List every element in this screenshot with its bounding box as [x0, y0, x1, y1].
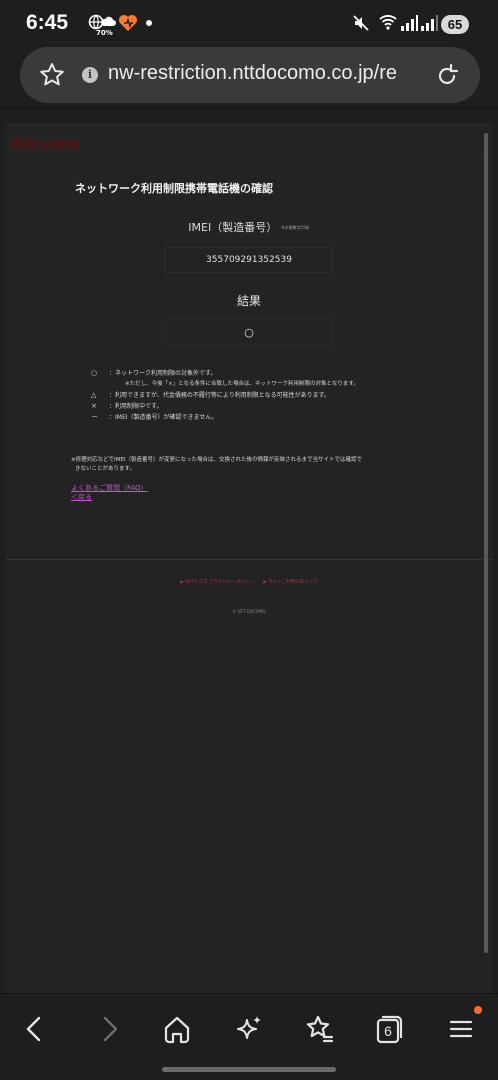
status-time: 6:45 [26, 11, 69, 34]
imei-label-text: IMEI（製造番号） [188, 221, 278, 234]
mute-icon [352, 14, 370, 36]
legend-text: ：ネットワーク利用制限の対象外です。 [109, 370, 217, 377]
heart-icon [118, 14, 138, 36]
wifi-icon [378, 13, 398, 35]
site-terms-link[interactable]: ▶ サイトご利用にあたって [263, 580, 317, 585]
menu-badge [474, 1006, 482, 1014]
result-legend: ○ ：ネットワーク利用制限の対象外です。 ※ただし、今後「×」となる条件に合致し… [91, 368, 471, 423]
toolbar-divider [0, 107, 498, 108]
bookmarks-icon[interactable] [302, 1012, 336, 1046]
footer-rule [5, 559, 493, 560]
note-line: ※修理対応などでIMEI（製造番号）が変更になった場合は、交換された後の情報が反… [71, 457, 362, 463]
legend-text: ：IMEI（製造番号）が確認できません。 [109, 414, 218, 421]
legend-row: × ：利用制限中です。 [91, 401, 471, 412]
back-link[interactable]: ＜戻る [71, 492, 92, 502]
web-page[interactable]: docomo ネットワーク利用制限携帯電話機の確認 IMEI（製造番号） ※半角数… [5, 124, 493, 994]
result-value: ○ [244, 326, 254, 339]
menu-icon[interactable] [444, 1012, 478, 1046]
footer-links: ▶ NTTドコモ プライバシーポリシー ▶ サイトご利用にあたって [5, 579, 493, 585]
legend-row: ○ ：ネットワーク利用制限の対象外です。 [91, 368, 471, 379]
legend-row: － ：IMEI（製造番号）が確認できません。 [91, 412, 471, 423]
legend-mark: △ [91, 391, 97, 399]
screen: 6:45 70% 65 nw-restriction.nttdo [0, 0, 498, 1080]
url-text[interactable]: nw-restriction.nttdocomo.co.jp/re [108, 62, 428, 85]
copyright: © NTT DOCOMO [232, 609, 266, 614]
privacy-policy-link[interactable]: ▶ NTTドコモ プライバシーポリシー [180, 580, 254, 585]
back-icon[interactable] [18, 1012, 52, 1046]
scrollbar-thumb[interactable] [484, 133, 488, 953]
legend-mark: × [91, 402, 97, 410]
signal-icon [400, 14, 418, 36]
info-icon[interactable] [82, 67, 98, 83]
forward-icon[interactable] [92, 1012, 126, 1046]
status-bar: 6:45 70% 65 [0, 0, 498, 46]
imei-label: IMEI（製造番号） ※半角数字15桁 [5, 219, 493, 235]
page-title: ネットワーク利用制限携帯電話機の確認 [75, 182, 273, 195]
battery-indicator: 65 [441, 15, 469, 34]
docomo-logo[interactable]: docomo [11, 134, 80, 154]
result-label: 結果 [236, 294, 261, 308]
legend-row: △ ：利用できますが、代金債務の不履行等により利用制限となる可能性があります。 [91, 390, 471, 401]
imei-label-note: ※半角数字15桁 [281, 225, 310, 230]
home-indicator[interactable] [162, 1067, 336, 1072]
repair-note: ※修理対応などでIMEI（製造番号）が変更になった場合は、交換された後の情報が反… [71, 456, 441, 474]
imei-value: 355709291352539 [206, 255, 292, 265]
page-scrollbar[interactable] [484, 133, 488, 953]
home-icon[interactable] [160, 1012, 194, 1046]
legend-text: ：利用できますが、代金債務の不履行等により利用制限となる可能性があります。 [109, 392, 330, 399]
sparkle-icon[interactable] [232, 1012, 266, 1046]
legend-subnote: ※ただし、今後「×」となる条件に合致した場合は、ネットワーク利用制限の対象となり… [125, 381, 359, 387]
legend-mark: － [91, 413, 98, 421]
legend-mark: ○ [91, 369, 98, 377]
reload-icon[interactable] [434, 63, 460, 93]
tab-count: 6 [384, 1023, 392, 1039]
header-rule [5, 157, 493, 158]
imei-field: 355709291352539 [165, 247, 333, 273]
legend-row: ※ただし、今後「×」となる条件に合致した場合は、ネットワーク利用制限の対象となり… [91, 379, 471, 390]
tabs-icon[interactable]: 6 [372, 1012, 406, 1046]
signal-icon-2 [420, 14, 438, 36]
star-icon[interactable] [38, 61, 66, 93]
result-field: ○ [165, 319, 333, 345]
address-bar[interactable]: nw-restriction.nttdocomo.co.jp/re [20, 47, 480, 103]
notification-dot [146, 20, 152, 26]
note-line: きないことがあります。 [75, 466, 135, 472]
weather-percent: 70% [96, 29, 113, 37]
legend-text: ：利用制限中です。 [109, 403, 163, 410]
